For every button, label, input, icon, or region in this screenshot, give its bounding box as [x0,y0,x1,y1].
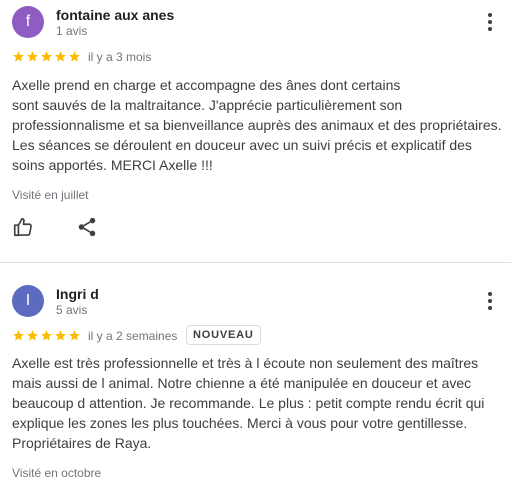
visit-date: Visité en juillet [12,188,89,202]
more-vert-icon[interactable] [482,290,498,312]
star-icon [69,51,80,62]
star-icon [27,330,38,341]
star-icon [41,51,52,62]
review-text: Axelle est très professionnelle et très … [12,355,485,451]
review-date: il y a 2 semaines [88,329,178,343]
star-icon [55,51,66,62]
avatar[interactable]: I [12,285,44,317]
star-icon [27,51,38,62]
divider [0,262,511,263]
star-icon [41,330,52,341]
reviewer-review-count: 5 avis [56,303,88,317]
star-icon [13,330,24,341]
avatar[interactable]: f [12,6,44,38]
more-vert-icon[interactable] [482,11,498,33]
share-icon[interactable] [76,216,100,240]
visit-date: Visité en octobre [12,466,102,480]
reviewer-name[interactable]: fontaine aux anes [56,7,174,23]
star-icon [69,330,80,341]
review-date: il y a 3 mois [88,50,152,64]
star-icon [13,51,24,62]
star-rating [12,50,81,64]
review-text: Axelle prend en charge et accompagne des… [12,77,502,173]
reviewer-review-count: 1 avis [56,24,88,38]
new-badge: NOUVEAU [186,325,261,345]
reviewer-name[interactable]: Ingri d [56,286,99,302]
star-rating [12,329,81,343]
star-icon [55,330,66,341]
thumbs-up-icon[interactable] [12,216,36,240]
